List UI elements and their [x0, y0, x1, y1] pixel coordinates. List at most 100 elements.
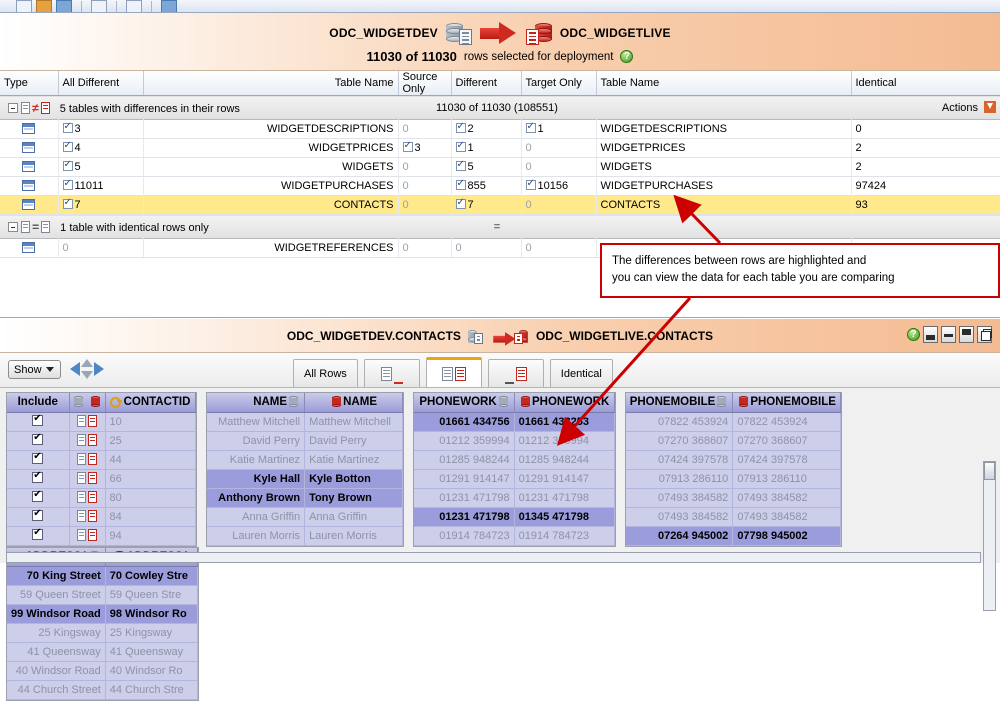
cell-source-only[interactable]: 0: [398, 196, 451, 215]
data-row[interactable]: 84: [7, 507, 195, 526]
include-checkbox[interactable]: [32, 510, 43, 521]
row-checkbox[interactable]: [456, 161, 466, 171]
grid-group-phonework[interactable]: PHONEWORK PHONEWORK 01661 43475601661 43…: [413, 392, 616, 547]
cell-all-different[interactable]: 3: [58, 120, 143, 139]
nav-next-icon[interactable]: [94, 362, 104, 376]
key-column-header[interactable]: CONTACTID: [105, 393, 195, 412]
include-checkbox[interactable]: [32, 453, 43, 464]
col-source-table-name[interactable]: Table Name: [143, 71, 398, 96]
data-row[interactable]: Katie MartinezKatie Martinez: [207, 450, 403, 469]
data-row[interactable]: 59 Queen Street59 Queen Stre: [7, 586, 197, 605]
chevron-down-icon[interactable]: [46, 367, 54, 372]
include-checkbox[interactable]: [32, 472, 43, 483]
data-row[interactable]: 10: [7, 412, 195, 431]
layout-bottom-button[interactable]: [923, 326, 938, 343]
scrollbar-thumb[interactable]: [984, 462, 995, 480]
col-type[interactable]: Type: [0, 71, 58, 96]
data-row[interactable]: Kyle HallKyle Botton: [207, 469, 403, 488]
cell-different[interactable]: 0: [451, 239, 521, 258]
cell-source-only[interactable]: 0: [398, 158, 451, 177]
data-row[interactable]: 07264 94500207798 945002: [626, 526, 841, 545]
cell-all-different[interactable]: 4: [58, 139, 143, 158]
table-row[interactable]: 3WIDGETDESCRIPTIONS021WIDGETDESCRIPTIONS…: [0, 120, 1000, 139]
include-cell[interactable]: [7, 526, 69, 545]
col-source-only[interactable]: Source Only: [398, 71, 451, 96]
data-row[interactable]: Lauren MorrisLauren Morris: [207, 526, 403, 545]
row-checkbox[interactable]: [63, 123, 73, 133]
row-checkbox[interactable]: [456, 199, 466, 209]
cell-different[interactable]: 855: [451, 177, 521, 196]
cell-all-different[interactable]: 0: [58, 239, 143, 258]
data-row[interactable]: 44: [7, 450, 195, 469]
filter-tabs[interactable]: All RowsIdentical: [293, 357, 613, 387]
data-row[interactable]: 25: [7, 431, 195, 450]
table-row[interactable]: 7CONTACTS070CONTACTS93: [0, 196, 1000, 215]
row-panel-toolbar[interactable]: Show All RowsIdentical: [0, 353, 1000, 388]
cell-different[interactable]: 7: [451, 196, 521, 215]
group-header-identical[interactable]: = 1 table with identical rows only =: [0, 215, 1000, 239]
data-row[interactable]: 80: [7, 488, 195, 507]
row-checkbox[interactable]: [63, 161, 73, 171]
panel-help-icon[interactable]: ?: [907, 328, 920, 341]
data-row[interactable]: 07493 38458207493 384582: [626, 507, 841, 526]
data-row[interactable]: 40 Windsor Road40 Windsor Ro: [7, 662, 197, 681]
tab-source-only[interactable]: [364, 359, 420, 387]
panel-window-buttons[interactable]: ?: [907, 326, 992, 343]
cell-target-only[interactable]: 0: [521, 139, 596, 158]
refresh-icon[interactable]: [161, 0, 177, 12]
data-row[interactable]: 01231 47179801231 471798: [414, 488, 614, 507]
row-checkbox[interactable]: [403, 142, 413, 152]
cell-different[interactable]: 5: [451, 158, 521, 177]
cell-all-different[interactable]: 7: [58, 196, 143, 215]
cell-all-different[interactable]: 5: [58, 158, 143, 177]
grid-group-key[interactable]: Include CONTACTID 10254466808494: [6, 392, 197, 547]
tab-identical[interactable]: Identical: [550, 359, 613, 387]
include-header[interactable]: Include: [7, 393, 69, 412]
grid-group-name[interactable]: NAME NAME Matthew MitchellMatthew Mitche…: [206, 392, 405, 547]
phonework-target-header[interactable]: PHONEWORK: [514, 393, 614, 412]
tab-different[interactable]: [426, 357, 482, 387]
row-checkbox[interactable]: [456, 142, 466, 152]
data-row[interactable]: 66: [7, 469, 195, 488]
col-identical[interactable]: Identical: [851, 71, 1000, 96]
data-row[interactable]: 01212 35999401212 359994: [414, 431, 614, 450]
row-comparison-panel[interactable]: ODC_WIDGETDEV.CONTACTS ODC_WIDGETLIVE.CO…: [0, 319, 1000, 563]
col-all-different[interactable]: All Different: [58, 71, 143, 96]
include-cell[interactable]: [7, 507, 69, 526]
data-row[interactable]: Anna GriffinAnna Griffin: [207, 507, 403, 526]
collapse-icon[interactable]: [8, 222, 18, 232]
row-checkbox[interactable]: [456, 180, 466, 190]
data-row[interactable]: 01914 78472301914 784723: [414, 526, 614, 545]
group-header-differences[interactable]: ≠ 5 tables with differences in their row…: [0, 96, 1000, 120]
layout-split-button[interactable]: [941, 326, 956, 343]
name-target-header[interactable]: NAME: [305, 393, 403, 412]
include-checkbox[interactable]: [32, 529, 43, 540]
cell-source-only[interactable]: 0: [398, 239, 451, 258]
row-checkbox[interactable]: [63, 199, 73, 209]
col-target-table-name[interactable]: Table Name: [596, 71, 851, 96]
cell-source-only[interactable]: 0: [398, 177, 451, 196]
data-row[interactable]: 07913 28611007913 286110: [626, 469, 841, 488]
nav-previous-icon[interactable]: [70, 362, 80, 376]
cell-different[interactable]: 2: [451, 120, 521, 139]
include-cell[interactable]: [7, 412, 69, 431]
data-row[interactable]: 01231 47179801345 471798: [414, 507, 614, 526]
name-source-header[interactable]: NAME: [207, 393, 305, 412]
data-row[interactable]: 01285 94824401285 948244: [414, 450, 614, 469]
row-navigation[interactable]: [70, 359, 104, 379]
cell-different[interactable]: 1: [451, 139, 521, 158]
row-checkbox[interactable]: [456, 123, 466, 133]
group-actions[interactable]: Actions: [851, 96, 1000, 120]
table-row[interactable]: 5WIDGETS050WIDGETS2: [0, 158, 1000, 177]
compare-icon[interactable]: [56, 0, 72, 12]
vertical-scrollbar[interactable]: [983, 461, 996, 611]
collapse-icon[interactable]: [8, 103, 18, 113]
data-row[interactable]: 07424 39757807424 397578: [626, 450, 841, 469]
row-checkbox[interactable]: [63, 142, 73, 152]
cell-target-only[interactable]: 1: [521, 120, 596, 139]
include-checkbox[interactable]: [32, 415, 43, 426]
include-checkbox[interactable]: [32, 434, 43, 445]
data-row[interactable]: 01291 91414701291 914147: [414, 469, 614, 488]
new-icon[interactable]: [16, 0, 32, 12]
cell-target-only[interactable]: 10156: [521, 177, 596, 196]
